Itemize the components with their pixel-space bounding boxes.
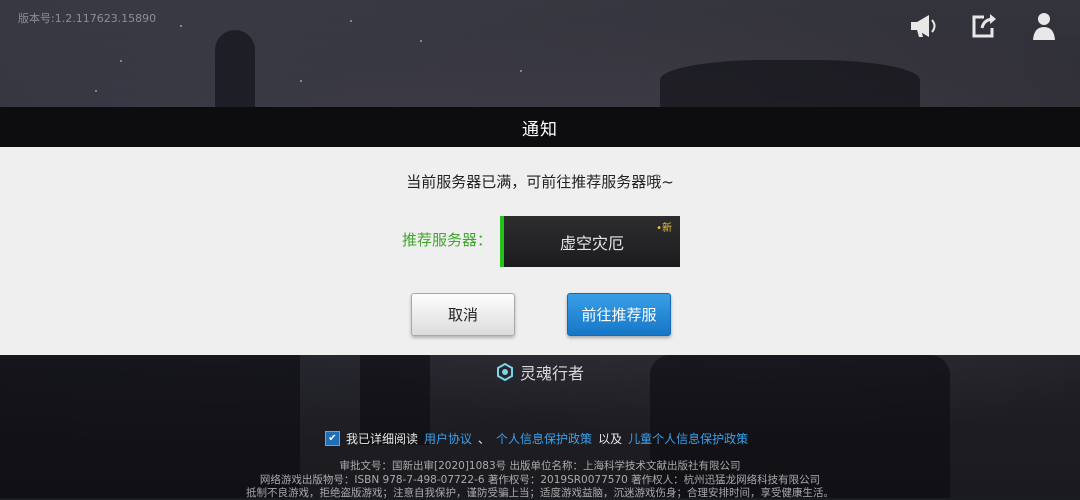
agreement-row: ✔ 我已详细阅读 用户协议、个人信息保护政策 以及 儿童个人信息保护政策 [325, 430, 748, 447]
privacy-policy-link[interactable]: 个人信息保护政策 [496, 430, 592, 447]
server-name: 虚空灾厄 [559, 233, 624, 253]
dialog-header: 通知 [0, 107, 1080, 147]
agreement-separator: 、 [478, 432, 491, 446]
cancel-button[interactable]: 取消 [411, 293, 515, 336]
user-icon[interactable] [1026, 8, 1062, 44]
agreement-checkbox[interactable]: ✔ [325, 431, 340, 446]
background-character [660, 60, 920, 110]
recommended-server-card[interactable]: 虚空灾厄 •新 [500, 216, 680, 267]
game-logo-icon [497, 363, 513, 381]
child-privacy-policy-link[interactable]: 儿童个人信息保护政策 [628, 430, 748, 447]
agreement-mid: 以及 [598, 432, 623, 446]
game-account-label[interactable]: 灵魂行者 [496, 360, 584, 384]
share-icon[interactable] [966, 8, 1002, 44]
game-name: 灵魂行者 [520, 364, 585, 383]
go-recommended-server-button[interactable]: 前往推荐服 [567, 293, 671, 336]
version-label: 版本号:1.2.117623.15890 [18, 12, 157, 25]
dialog-title: 通知 [522, 119, 558, 140]
dialog-message: 当前服务器已满，可前往推荐服务器哦~ [406, 173, 674, 191]
legal-line-1: 审批文号：国新出审[2020]1083号 出版单位名称：上海科学技术文献出版社有… [339, 460, 741, 472]
recommended-server-label: 推荐服务器： [402, 231, 493, 249]
new-badge: •新 [656, 223, 672, 234]
top-toolbar [906, 8, 1062, 44]
agreement-prefix: 我已详细阅读 [346, 432, 419, 446]
user-agreement-link[interactable]: 用户协议 [424, 430, 472, 447]
background-tower [215, 30, 255, 110]
megaphone-icon[interactable] [906, 8, 942, 44]
notice-dialog: 当前服务器已满，可前往推荐服务器哦~ 推荐服务器： 虚空灾厄 •新 取消 前往推… [0, 147, 1080, 355]
